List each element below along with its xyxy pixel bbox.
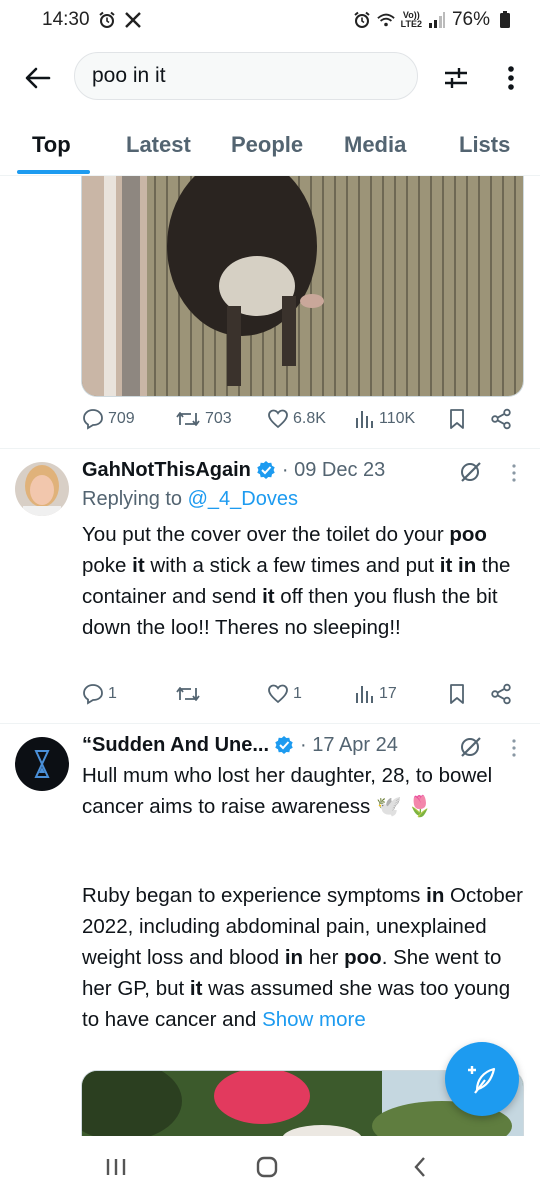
more-options-button[interactable]	[496, 62, 526, 94]
show-more-link[interactable]: Show more	[262, 1008, 366, 1031]
views-chart-icon	[356, 411, 373, 428]
author-name[interactable]: GahNotThisAgain	[82, 459, 251, 482]
like-button[interactable]: 6.8K	[267, 408, 326, 430]
like-button[interactable]: 1	[267, 683, 302, 705]
tweet-actions: 709 703 6.8K 110K	[0, 408, 540, 438]
status-time: 14:30	[42, 9, 90, 30]
tweet-text: You put the cover over the toilet do you…	[82, 523, 511, 639]
tweet-actions: 1 1 17	[0, 683, 540, 713]
tweet-header: GahNotThisAgain · 09 Dec 23	[82, 456, 385, 484]
x-logo-icon	[124, 11, 142, 29]
more-vertical-icon[interactable]	[509, 462, 519, 484]
author-name[interactable]: “Sudden And Une...	[82, 734, 269, 757]
more-vertical-icon[interactable]	[509, 737, 519, 759]
retweet-button[interactable]: 703	[175, 408, 232, 430]
bookmark-button[interactable]	[447, 683, 467, 705]
more-vertical-icon	[508, 66, 514, 90]
reply-button[interactable]: 1	[82, 683, 117, 705]
network-type: Vo)) LTE2	[400, 10, 422, 29]
heart-icon	[268, 409, 288, 429]
back-button[interactable]	[22, 62, 54, 94]
tab-media[interactable]: Media	[344, 132, 406, 158]
arrow-left-icon	[25, 67, 51, 89]
tweet-media-image[interactable]	[81, 176, 524, 397]
share-button[interactable]	[490, 683, 512, 705]
status-bar: 14:30 Vo)) LTE2 76%	[0, 0, 540, 40]
views-button[interactable]: 17	[355, 683, 397, 705]
verified-badge-icon	[256, 460, 276, 480]
tab-latest[interactable]: Latest	[126, 132, 191, 158]
recent-apps-icon	[106, 1159, 126, 1175]
feather-plus-icon	[468, 1066, 496, 1094]
views-button[interactable]: 110K	[355, 408, 415, 430]
tweet-date[interactable]: · 09 Dec 23	[282, 459, 385, 482]
reply-icon	[83, 684, 103, 705]
tweet-divider	[0, 723, 540, 724]
tweet-header: “Sudden And Une... · 17 Apr 24	[82, 731, 398, 759]
tweet-text: Ruby began to experience symptoms in Oct…	[82, 884, 523, 1031]
avatar[interactable]	[15, 737, 69, 791]
retweet-button[interactable]	[175, 683, 205, 705]
grok-icon[interactable]	[458, 734, 484, 760]
verified-badge-icon	[274, 735, 294, 755]
views-chart-icon	[356, 686, 373, 703]
tweet-text-headline: Hull mum who lost her daughter, 28, to b…	[82, 764, 493, 818]
bookmark-button[interactable]	[447, 408, 467, 430]
share-icon	[491, 683, 511, 705]
home-button[interactable]	[252, 1154, 282, 1180]
replying-to: Replying to @_4_Doves	[82, 488, 298, 510]
reply-icon	[83, 409, 103, 430]
battery-level: 76%	[451, 9, 490, 30]
tweet-date[interactable]: · 17 Apr 24	[300, 734, 398, 757]
share-icon	[491, 408, 511, 430]
recent-apps-button[interactable]	[101, 1154, 131, 1180]
tab-top[interactable]: Top	[32, 132, 71, 158]
compose-post-button[interactable]	[445, 1042, 519, 1116]
battery-icon	[496, 11, 514, 29]
share-button[interactable]	[490, 408, 512, 430]
search-query: poo in it	[92, 64, 166, 87]
search-tabs: Top Latest People Media Lists	[0, 118, 540, 176]
reply-handle-link[interactable]: @_4_Doves	[188, 488, 298, 510]
sliders-icon	[445, 68, 467, 88]
avatar[interactable]	[15, 462, 69, 516]
home-icon	[256, 1156, 278, 1178]
grok-icon[interactable]	[458, 459, 484, 485]
system-back-button[interactable]	[405, 1154, 435, 1180]
bookmark-icon	[450, 684, 464, 704]
active-tab-indicator	[17, 170, 90, 174]
system-nav-bar	[0, 1136, 540, 1199]
search-filter-button[interactable]	[440, 62, 472, 94]
chevron-left-icon	[414, 1157, 425, 1177]
search-input[interactable]: poo in it	[74, 52, 418, 100]
reply-button[interactable]: 709	[82, 408, 135, 430]
tab-lists[interactable]: Lists	[459, 132, 510, 158]
alarm-icon	[98, 11, 116, 29]
search-header: poo in it	[0, 50, 540, 106]
retweet-icon	[176, 687, 200, 701]
tweet-divider	[0, 448, 540, 449]
tab-people[interactable]: People	[231, 132, 303, 158]
alarm-icon	[353, 11, 371, 29]
bookmark-icon	[450, 409, 464, 429]
heart-icon	[268, 684, 288, 704]
signal-icon	[428, 11, 446, 29]
retweet-icon	[176, 412, 200, 426]
wifi-icon	[376, 11, 395, 29]
